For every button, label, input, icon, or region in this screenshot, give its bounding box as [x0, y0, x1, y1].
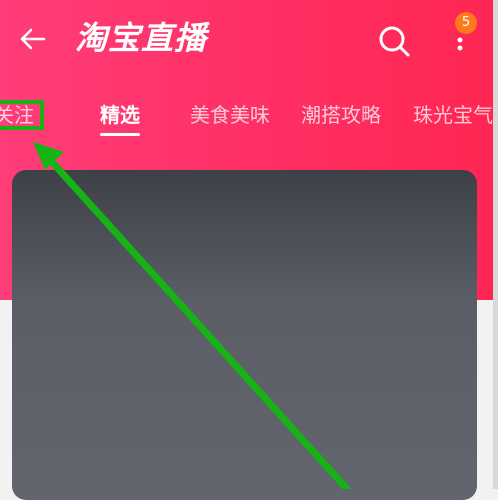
- annotation-arrow: [33, 142, 351, 489]
